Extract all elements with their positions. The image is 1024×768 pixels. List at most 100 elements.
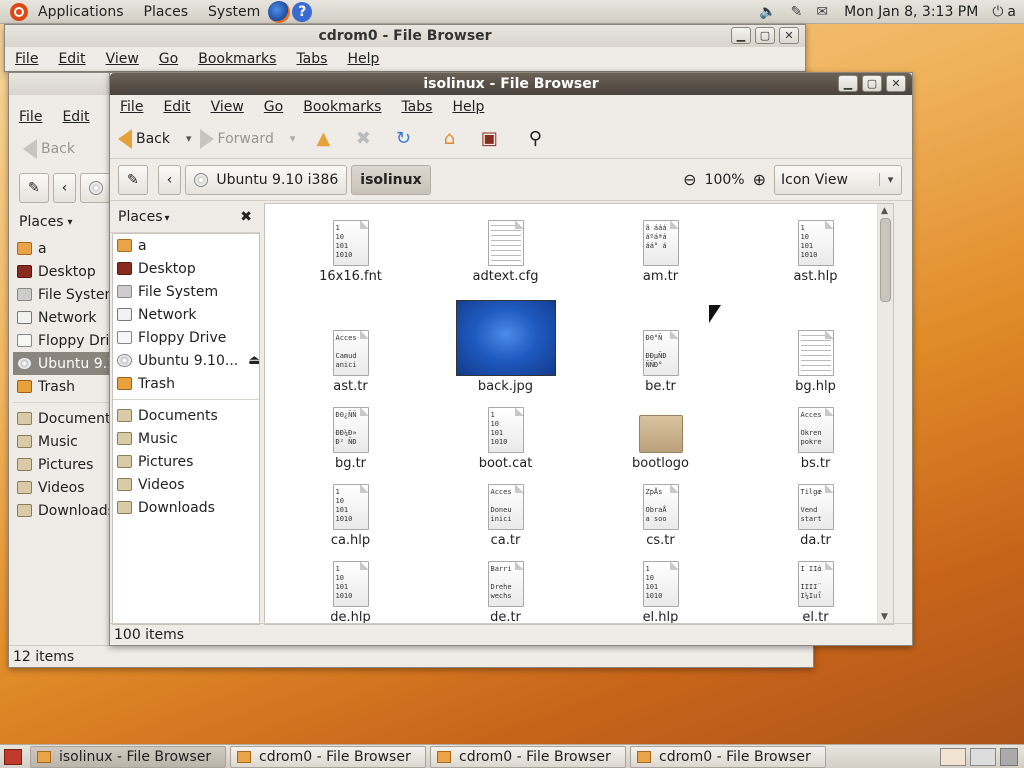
file-item[interactable]: Ð0¿ÑÑ ÐÐ¼Ð» Ð² ÑÐ bg.tr (273, 397, 428, 474)
task-cdrom0-2[interactable]: cdrom0 - File Browser (430, 745, 626, 768)
zoom-in-icon[interactable]: ⊕ (753, 170, 766, 189)
reload-icon[interactable]: ↻ (391, 127, 415, 151)
places-menu[interactable]: Places (144, 4, 189, 20)
mail-icon[interactable]: ✉ (816, 4, 828, 20)
menu-edit[interactable]: Edit (52, 109, 99, 125)
crumb-left-button[interactable]: ‹ (157, 164, 182, 195)
place-floppy[interactable]: Floppy Driv (13, 329, 109, 352)
cdrom0-titlebar[interactable]: cdrom0 - File Browser ▁ ▢ ✕ (5, 25, 805, 47)
file-item[interactable]: Tilgæ Vend start da.tr (738, 474, 893, 551)
file-icon-view[interactable]: 1 10 101 1010 16x16.fnt adtext.cfg ã ááá áº… (264, 203, 894, 625)
sidebar-item-a[interactable]: a (113, 234, 259, 257)
place-music[interactable]: Music (13, 430, 109, 453)
file-item[interactable]: adtext.cfg (428, 210, 583, 287)
places-header[interactable]: Places ▾ ✖ (110, 201, 260, 233)
scroll-thumb[interactable] (880, 218, 891, 302)
sidebar-item-floppy[interactable]: Floppy Drive (113, 326, 259, 349)
place-network[interactable]: Network (13, 306, 109, 329)
workspace-1[interactable] (940, 747, 966, 766)
file-item[interactable]: Acces Camud anici ast.tr (273, 287, 428, 397)
sidebar-item-desktop[interactable]: Desktop (113, 257, 259, 280)
task-cdrom0-1[interactable]: cdrom0 - File Browser (230, 745, 426, 768)
file-item[interactable]: 1 10 101 1010 ast.hlp (738, 210, 893, 287)
crumb-cd-button[interactable] (80, 173, 113, 203)
stop-icon[interactable]: ✖ (351, 127, 375, 151)
crumb-ubuntu-button[interactable]: Ubuntu 9.10 i386 (185, 164, 348, 195)
sidebar-item-file-system[interactable]: File System (113, 280, 259, 303)
menu-bookmarks[interactable]: Bookmarks (293, 99, 391, 115)
back-button-label[interactable]: Back (41, 141, 75, 157)
eject-icon[interactable]: ⏏ (248, 353, 259, 368)
network-icon[interactable]: ✎ (791, 4, 803, 20)
file-item[interactable]: 1 10 101 1010 de.hlp (273, 551, 428, 624)
menu-edit[interactable]: Edit (153, 99, 200, 115)
sidebar-item-trash[interactable]: Trash (113, 372, 259, 395)
task-isolinux[interactable]: isolinux - File Browser (30, 745, 226, 768)
zoom-out-icon[interactable]: ⊖ (683, 170, 696, 189)
file-item[interactable]: 1 10 101 1010 boot.cat (428, 397, 583, 474)
minimize-button[interactable]: ▁ (731, 27, 751, 44)
sidebar-item-pictures[interactable]: Pictures (113, 450, 259, 473)
close-sidebar-icon[interactable]: ✖ (240, 209, 252, 225)
file-item[interactable]: back.jpg (428, 287, 583, 397)
file-item[interactable]: Ð0°Ñ ÐÐµÑÐ ÑÑÐ° be.tr (583, 287, 738, 397)
place-pictures[interactable]: Pictures (13, 453, 109, 476)
file-item[interactable]: Barri Drehe wechs de.tr (428, 551, 583, 624)
place-a[interactable]: a (13, 237, 109, 260)
sidebar-item-documents[interactable]: Documents (113, 404, 259, 427)
file-item[interactable]: 1 10 101 1010 el.hlp (583, 551, 738, 624)
minimize-button[interactable]: ▁ (838, 75, 858, 92)
sidebar-item-ubuntu[interactable]: Ubuntu 9.10... ⏏ (113, 349, 259, 372)
maximize-button[interactable]: ▢ (755, 27, 775, 44)
show-desktop-icon[interactable] (4, 748, 22, 765)
menu-tabs[interactable]: Tabs (286, 51, 337, 67)
place-desktop[interactable]: Desktop (13, 260, 109, 283)
system-menu[interactable]: System (208, 4, 260, 20)
file-item[interactable]: Acces Doneu inici ca.tr (428, 474, 583, 551)
menu-view[interactable]: View (96, 51, 149, 67)
menu-go[interactable]: Go (149, 51, 188, 67)
file-item[interactable]: bg.hlp (738, 287, 893, 397)
sidebar-item-downloads[interactable]: Downloads (113, 496, 259, 519)
menu-file[interactable]: File (5, 51, 48, 67)
back-history-chevron-icon[interactable]: ▾ (186, 132, 192, 145)
menu-tabs[interactable]: Tabs (391, 99, 442, 115)
view-mode-select[interactable]: Icon View ▾ (774, 164, 902, 195)
place-trash[interactable]: Trash (13, 375, 109, 398)
crumb-left-button[interactable]: ‹ (52, 173, 77, 203)
file-item[interactable]: ZpÅ­s ObraÅ a soo cs.tr (583, 474, 738, 551)
edit-location-button[interactable]: ✎ (118, 164, 148, 195)
place-downloads[interactable]: Downloads (13, 499, 109, 522)
place-ubuntu[interactable]: Ubuntu 9.10 (13, 352, 109, 375)
menu-bookmarks[interactable]: Bookmarks (188, 51, 286, 67)
close-button[interactable]: ✕ (886, 75, 906, 92)
vertical-scrollbar[interactable]: ▲ ▼ (877, 204, 893, 624)
file-item[interactable]: 1 10 101 1010 16x16.fnt (273, 210, 428, 287)
power-icon[interactable]: ⏻ (992, 4, 1003, 20)
place-videos[interactable]: Videos (13, 476, 109, 499)
user-name[interactable]: a (1007, 4, 1016, 20)
menu-file[interactable]: File (9, 109, 52, 125)
close-button[interactable]: ✕ (779, 27, 799, 44)
menu-help[interactable]: Help (442, 99, 494, 115)
menu-file[interactable]: File (110, 99, 153, 115)
file-item[interactable]: ã ááá áºáªá áá° á am.tr (583, 210, 738, 287)
home-icon[interactable]: ⌂ (437, 127, 461, 151)
forward-history-chevron-icon[interactable]: ▾ (290, 132, 296, 145)
menu-view[interactable]: View (201, 99, 254, 115)
file-item[interactable]: Ι ΙΙά ΙΙΙΙ¨ Ι¼Ιuΐ el.tr (738, 551, 893, 624)
trash-applet-icon[interactable] (1000, 747, 1018, 766)
task-cdrom0-3[interactable]: cdrom0 - File Browser (630, 745, 826, 768)
crumb-isolinux-button[interactable]: isolinux (351, 164, 431, 195)
help-icon[interactable]: ? (292, 1, 313, 22)
file-item[interactable]: 1 10 101 1010 ca.hlp (273, 474, 428, 551)
computer-icon[interactable]: ▣ (477, 127, 501, 151)
workspace-2[interactable] (970, 747, 996, 766)
maximize-button[interactable]: ▢ (862, 75, 882, 92)
file-item[interactable]: bootlogo (583, 397, 738, 474)
sidebar-item-network[interactable]: Network (113, 303, 259, 326)
isolinux-titlebar[interactable]: isolinux - File Browser ▁ ▢ ✕ (110, 73, 912, 95)
clock[interactable]: Mon Jan 8, 3:13 PM (844, 4, 978, 20)
back-button[interactable]: Back (118, 128, 170, 149)
place-documents[interactable]: Documents (13, 407, 109, 430)
